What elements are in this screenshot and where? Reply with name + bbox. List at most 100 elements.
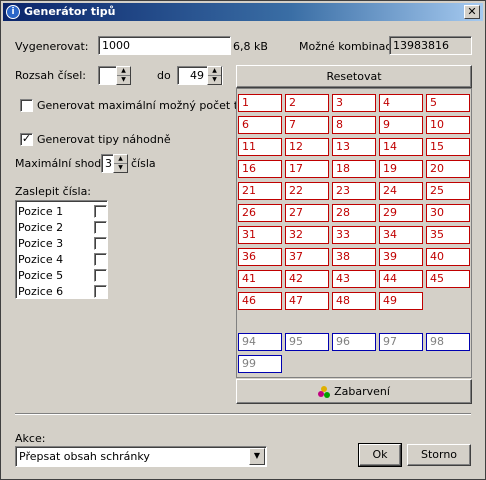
generate-count-input[interactable]: 1000: [98, 36, 231, 55]
number-cell[interactable]: 32: [285, 226, 329, 244]
number-cell[interactable]: 13: [332, 138, 376, 156]
number-cell[interactable]: 9: [379, 116, 423, 134]
number-cell[interactable]: 15: [426, 138, 470, 156]
chevron-down-icon[interactable]: ▼: [249, 448, 265, 465]
number-cell[interactable]: 6: [238, 116, 282, 134]
number-cell[interactable]: 45: [426, 270, 470, 288]
max-match-spinner[interactable]: ▲ ▼: [113, 154, 128, 173]
number-cell[interactable]: 10: [426, 116, 470, 134]
number-cell[interactable]: 23: [332, 182, 376, 200]
number-cell[interactable]: 43: [332, 270, 376, 288]
spin-up-icon[interactable]: ▲: [117, 67, 130, 76]
extra-number-cell[interactable]: 95: [285, 333, 329, 351]
number-cell[interactable]: 14: [379, 138, 423, 156]
number-cell[interactable]: 4: [379, 94, 423, 112]
number-cell[interactable]: 34: [379, 226, 423, 244]
position-checkbox[interactable]: [94, 269, 107, 282]
number-cell[interactable]: 1: [238, 94, 282, 112]
list-item[interactable]: Pozice 1: [18, 203, 107, 219]
number-cell[interactable]: 38: [332, 248, 376, 266]
colorize-label: Zabarvení: [334, 385, 390, 398]
reset-button[interactable]: Resetovat: [236, 65, 472, 88]
combinations-value: 13983816: [389, 36, 472, 55]
positions-list: Pozice 1 Pozice 2 Pozice 3 Pozice 4 Pozi…: [15, 200, 108, 299]
max-count-checkbox[interactable]: [20, 99, 33, 112]
cancel-button[interactable]: Storno: [407, 444, 471, 466]
colorize-button[interactable]: Zabarvení: [236, 379, 472, 404]
number-cell[interactable]: 27: [285, 204, 329, 222]
extra-number-cell[interactable]: 96: [332, 333, 376, 351]
position-label: Pozice 3: [18, 237, 64, 250]
number-cell[interactable]: 21: [238, 182, 282, 200]
number-cell[interactable]: 8: [332, 116, 376, 134]
number-cell[interactable]: 40: [426, 248, 470, 266]
spin-down-icon[interactable]: ▼: [117, 76, 130, 85]
number-cell[interactable]: 7: [285, 116, 329, 134]
number-cell[interactable]: 37: [285, 248, 329, 266]
action-select[interactable]: Přepsat obsah schránky ▼: [15, 446, 267, 467]
random-label: Generovat tipy náhodně: [37, 133, 171, 146]
list-item[interactable]: Pozice 6: [18, 283, 107, 299]
generator-window: i Generátor tipů ✕ Vygenerovat: 1000 6,8…: [0, 0, 486, 480]
number-cell[interactable]: 25: [426, 182, 470, 200]
number-cell[interactable]: 18: [332, 160, 376, 178]
number-cell[interactable]: 44: [379, 270, 423, 288]
number-cell[interactable]: 17: [285, 160, 329, 178]
action-label: Akce:: [15, 432, 46, 445]
list-item[interactable]: Pozice 5: [18, 267, 107, 283]
close-button[interactable]: ✕: [464, 5, 480, 19]
number-cell[interactable]: 19: [379, 160, 423, 178]
number-cell[interactable]: 33: [332, 226, 376, 244]
number-cell[interactable]: 12: [285, 138, 329, 156]
palette-icon: [318, 386, 331, 398]
range-to-label: do: [157, 69, 171, 82]
number-cell[interactable]: 35: [426, 226, 470, 244]
ok-button[interactable]: Ok: [358, 443, 402, 467]
number-cell[interactable]: 22: [285, 182, 329, 200]
number-cell[interactable]: 47: [285, 292, 329, 310]
list-item[interactable]: Pozice 4: [18, 251, 107, 267]
max-count-label: Generovat maximální možný počet tipů: [37, 99, 256, 112]
number-cell[interactable]: 5: [426, 94, 470, 112]
position-checkbox[interactable]: [94, 285, 107, 298]
number-cell[interactable]: 28: [332, 204, 376, 222]
spin-down-icon[interactable]: ▼: [208, 76, 221, 85]
title-bar: i Generátor tipů ✕: [3, 3, 483, 21]
spin-up-icon[interactable]: ▲: [114, 155, 127, 164]
range-to-spinner[interactable]: ▲ ▼: [207, 66, 222, 85]
spin-up-icon[interactable]: ▲: [208, 67, 221, 76]
max-match-suffix: čísla: [131, 157, 156, 170]
number-cell[interactable]: 41: [238, 270, 282, 288]
range-from-spinner[interactable]: ▲ ▼: [116, 66, 131, 85]
number-cell[interactable]: 30: [426, 204, 470, 222]
number-cell[interactable]: 42: [285, 270, 329, 288]
extra-number-cell[interactable]: 97: [379, 333, 423, 351]
number-cell[interactable]: 49: [379, 292, 423, 310]
extra-number-cell[interactable]: 99: [238, 355, 282, 373]
number-cell[interactable]: 36: [238, 248, 282, 266]
position-checkbox[interactable]: [94, 253, 107, 266]
position-checkbox[interactable]: [94, 221, 107, 234]
blind-label: Zaslepit čísla:: [15, 185, 92, 198]
number-cell[interactable]: 39: [379, 248, 423, 266]
number-cell[interactable]: 20: [426, 160, 470, 178]
number-cell[interactable]: 26: [238, 204, 282, 222]
number-cell[interactable]: 29: [379, 204, 423, 222]
extra-number-cell[interactable]: 98: [426, 333, 470, 351]
number-cell[interactable]: 3: [332, 94, 376, 112]
spin-down-icon[interactable]: ▼: [114, 164, 127, 173]
number-cell[interactable]: 46: [238, 292, 282, 310]
app-icon: i: [6, 5, 20, 19]
number-cell[interactable]: 11: [238, 138, 282, 156]
list-item[interactable]: Pozice 2: [18, 219, 107, 235]
list-item[interactable]: Pozice 3: [18, 235, 107, 251]
extra-number-cell[interactable]: 94: [238, 333, 282, 351]
number-cell[interactable]: 48: [332, 292, 376, 310]
number-cell[interactable]: 2: [285, 94, 329, 112]
random-checkbox[interactable]: ✓: [20, 133, 33, 146]
position-checkbox[interactable]: [94, 205, 107, 218]
number-cell[interactable]: 24: [379, 182, 423, 200]
number-cell[interactable]: 16: [238, 160, 282, 178]
position-checkbox[interactable]: [94, 237, 107, 250]
number-cell[interactable]: 31: [238, 226, 282, 244]
